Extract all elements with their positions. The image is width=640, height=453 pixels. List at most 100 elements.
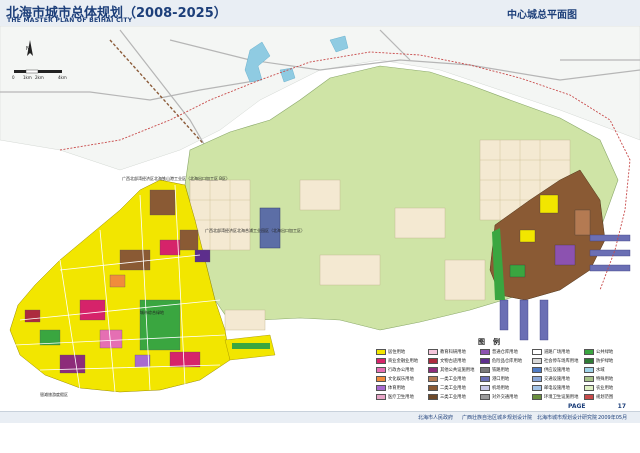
north-label: N (26, 46, 30, 52)
south-green-strip (232, 343, 270, 349)
legend-swatch (428, 376, 438, 382)
footer: 北海市人民政府 广西壮族自治区城乡规划设计院 北海市城市规划设计研究院 2009… (0, 411, 640, 453)
title-bar: 北海市城市总体规划（2008-2025） THE MASTER PLAN OF … (0, 0, 640, 26)
legend-item: 规划范围 (584, 394, 613, 401)
map-title-english: THE MASTER PLAN OF BEIHAI CITY (7, 17, 133, 24)
legend-item: 行政办公用地 (376, 367, 414, 374)
legend-item: 特殊用地 (584, 376, 613, 383)
legend-swatch (428, 358, 438, 364)
footer-org-1: 北海市人民政府 (418, 415, 454, 421)
legend-label: 行政办公用地 (388, 368, 414, 373)
legend-item: 文化娱乐用地 (376, 376, 414, 383)
legend-label: 居住用地 (388, 350, 406, 355)
legend-item: 体育用地 (376, 385, 405, 392)
legend-item: 公共绿地 (584, 349, 613, 356)
legend-swatch (584, 394, 594, 400)
legend-swatch (584, 385, 594, 391)
place-label: 广西北部湾经济区北海铁山港工业区（北海出口加工区 B区） (122, 176, 231, 181)
legend-swatch (428, 394, 438, 400)
legend-label: 危险品仓库用地 (492, 359, 523, 364)
legend-item: 文物古迹用地 (428, 358, 466, 365)
legend-label: 教育科研用地 (440, 350, 466, 355)
legend-item: 普通仓库用地 (480, 349, 518, 356)
legend-label: 环境卫生设施用地 (544, 395, 579, 400)
legend-swatch (376, 385, 386, 391)
legend-item: 供应设施用地 (532, 367, 570, 374)
legend-item: 对外交通用地 (480, 394, 518, 401)
scale-label-1: 1km (23, 75, 32, 80)
legend-swatch (428, 349, 438, 355)
legend-item: 其他公共设施用地 (428, 367, 474, 374)
legend-item: 危险品仓库用地 (480, 358, 522, 365)
legend-item: 交通设施用地 (532, 376, 570, 383)
legend-item: 港口用地 (480, 376, 509, 383)
legend-item: 社会停车场库用地 (532, 358, 578, 365)
legend-swatch (480, 385, 490, 391)
legend-label: 港口用地 (492, 377, 510, 382)
legend-item: 商业金融业用地 (376, 358, 418, 365)
legend-label: 机场用地 (492, 386, 510, 391)
legend-swatch (532, 349, 542, 355)
scale-label-0: 0 (12, 75, 15, 80)
scale-bar (14, 69, 62, 74)
legend-item: 二类工业用地 (428, 385, 466, 392)
legend-swatch (480, 367, 490, 373)
place-label: 银滩旅游度假区 (40, 392, 68, 397)
legend-swatch (584, 367, 594, 373)
legend-swatch (584, 349, 594, 355)
legend-label: 二类工业用地 (440, 386, 466, 391)
legend-label: 三类工业用地 (440, 395, 466, 400)
legend-swatch (376, 358, 386, 364)
legend-label: 其他公共设施用地 (440, 368, 475, 373)
legend-label: 铁路用地 (492, 368, 510, 373)
legend-label: 道路广场用地 (544, 350, 570, 355)
legend-item: 水域 (584, 367, 605, 374)
legend-swatch (376, 394, 386, 400)
legend-item: 农业用地 (584, 385, 613, 392)
legend-label: 对外交通用地 (492, 395, 518, 400)
legend-item: 邮电设施用地 (532, 385, 570, 392)
legend-label: 特殊用地 (596, 377, 614, 382)
page-label-text: PAGE (568, 403, 586, 410)
place-label: 城市综合绿地 (140, 310, 164, 315)
legend-item: 道路广场用地 (532, 349, 570, 356)
legend-label: 商业金融业用地 (388, 359, 419, 364)
legend-label: 医疗卫生用地 (388, 395, 414, 400)
legend-swatch (532, 385, 542, 391)
legend-swatch (376, 349, 386, 355)
legend-label: 防护绿地 (596, 359, 614, 364)
footer-org-2: 广西壮族自治区城乡规划设计院 (462, 415, 533, 421)
legend-label: 体育用地 (388, 386, 406, 391)
place-label: 广西北部湾经济区北海合浦工业园区（北海出口加工区） (205, 228, 305, 233)
legend-title: 图例 (478, 338, 508, 346)
legend-label: 一类工业用地 (440, 377, 466, 382)
map-figure: 北海市城市总体规划（2008-2025） THE MASTER PLAN OF … (0, 0, 640, 453)
legend-swatch (532, 376, 542, 382)
legend-swatch (428, 385, 438, 391)
legend-label: 普通仓库用地 (492, 350, 518, 355)
legend-swatch (532, 394, 542, 400)
legend-item: 教育科研用地 (428, 349, 466, 356)
legend-swatch (532, 367, 542, 373)
legend-swatch (480, 349, 490, 355)
legend-label: 供应设施用地 (544, 368, 570, 373)
scale-label-3: 4km (58, 75, 67, 80)
legend-item: 机场用地 (480, 385, 509, 392)
scale-label-2: 2km (35, 75, 44, 80)
legend-swatch (376, 376, 386, 382)
footer-org-3: 北海市城市规划设计研究院 (537, 415, 598, 421)
legend-swatch (428, 367, 438, 373)
legend-swatch (584, 358, 594, 364)
legend-item: 防护绿地 (584, 358, 613, 365)
legend-item: 环境卫生设施用地 (532, 394, 578, 401)
legend-label: 交通设施用地 (544, 377, 570, 382)
legend-item: 铁路用地 (480, 367, 509, 374)
map-subtitle: 中心城总平面图 (507, 10, 577, 21)
legend-item: 三类工业用地 (428, 394, 466, 401)
legend-label: 邮电设施用地 (544, 386, 570, 391)
legend-swatch (532, 358, 542, 364)
legend-swatch (584, 376, 594, 382)
legend-label: 规划范围 (596, 395, 614, 400)
legend-label: 文物古迹用地 (440, 359, 466, 364)
legend-item: 一类工业用地 (428, 376, 466, 383)
